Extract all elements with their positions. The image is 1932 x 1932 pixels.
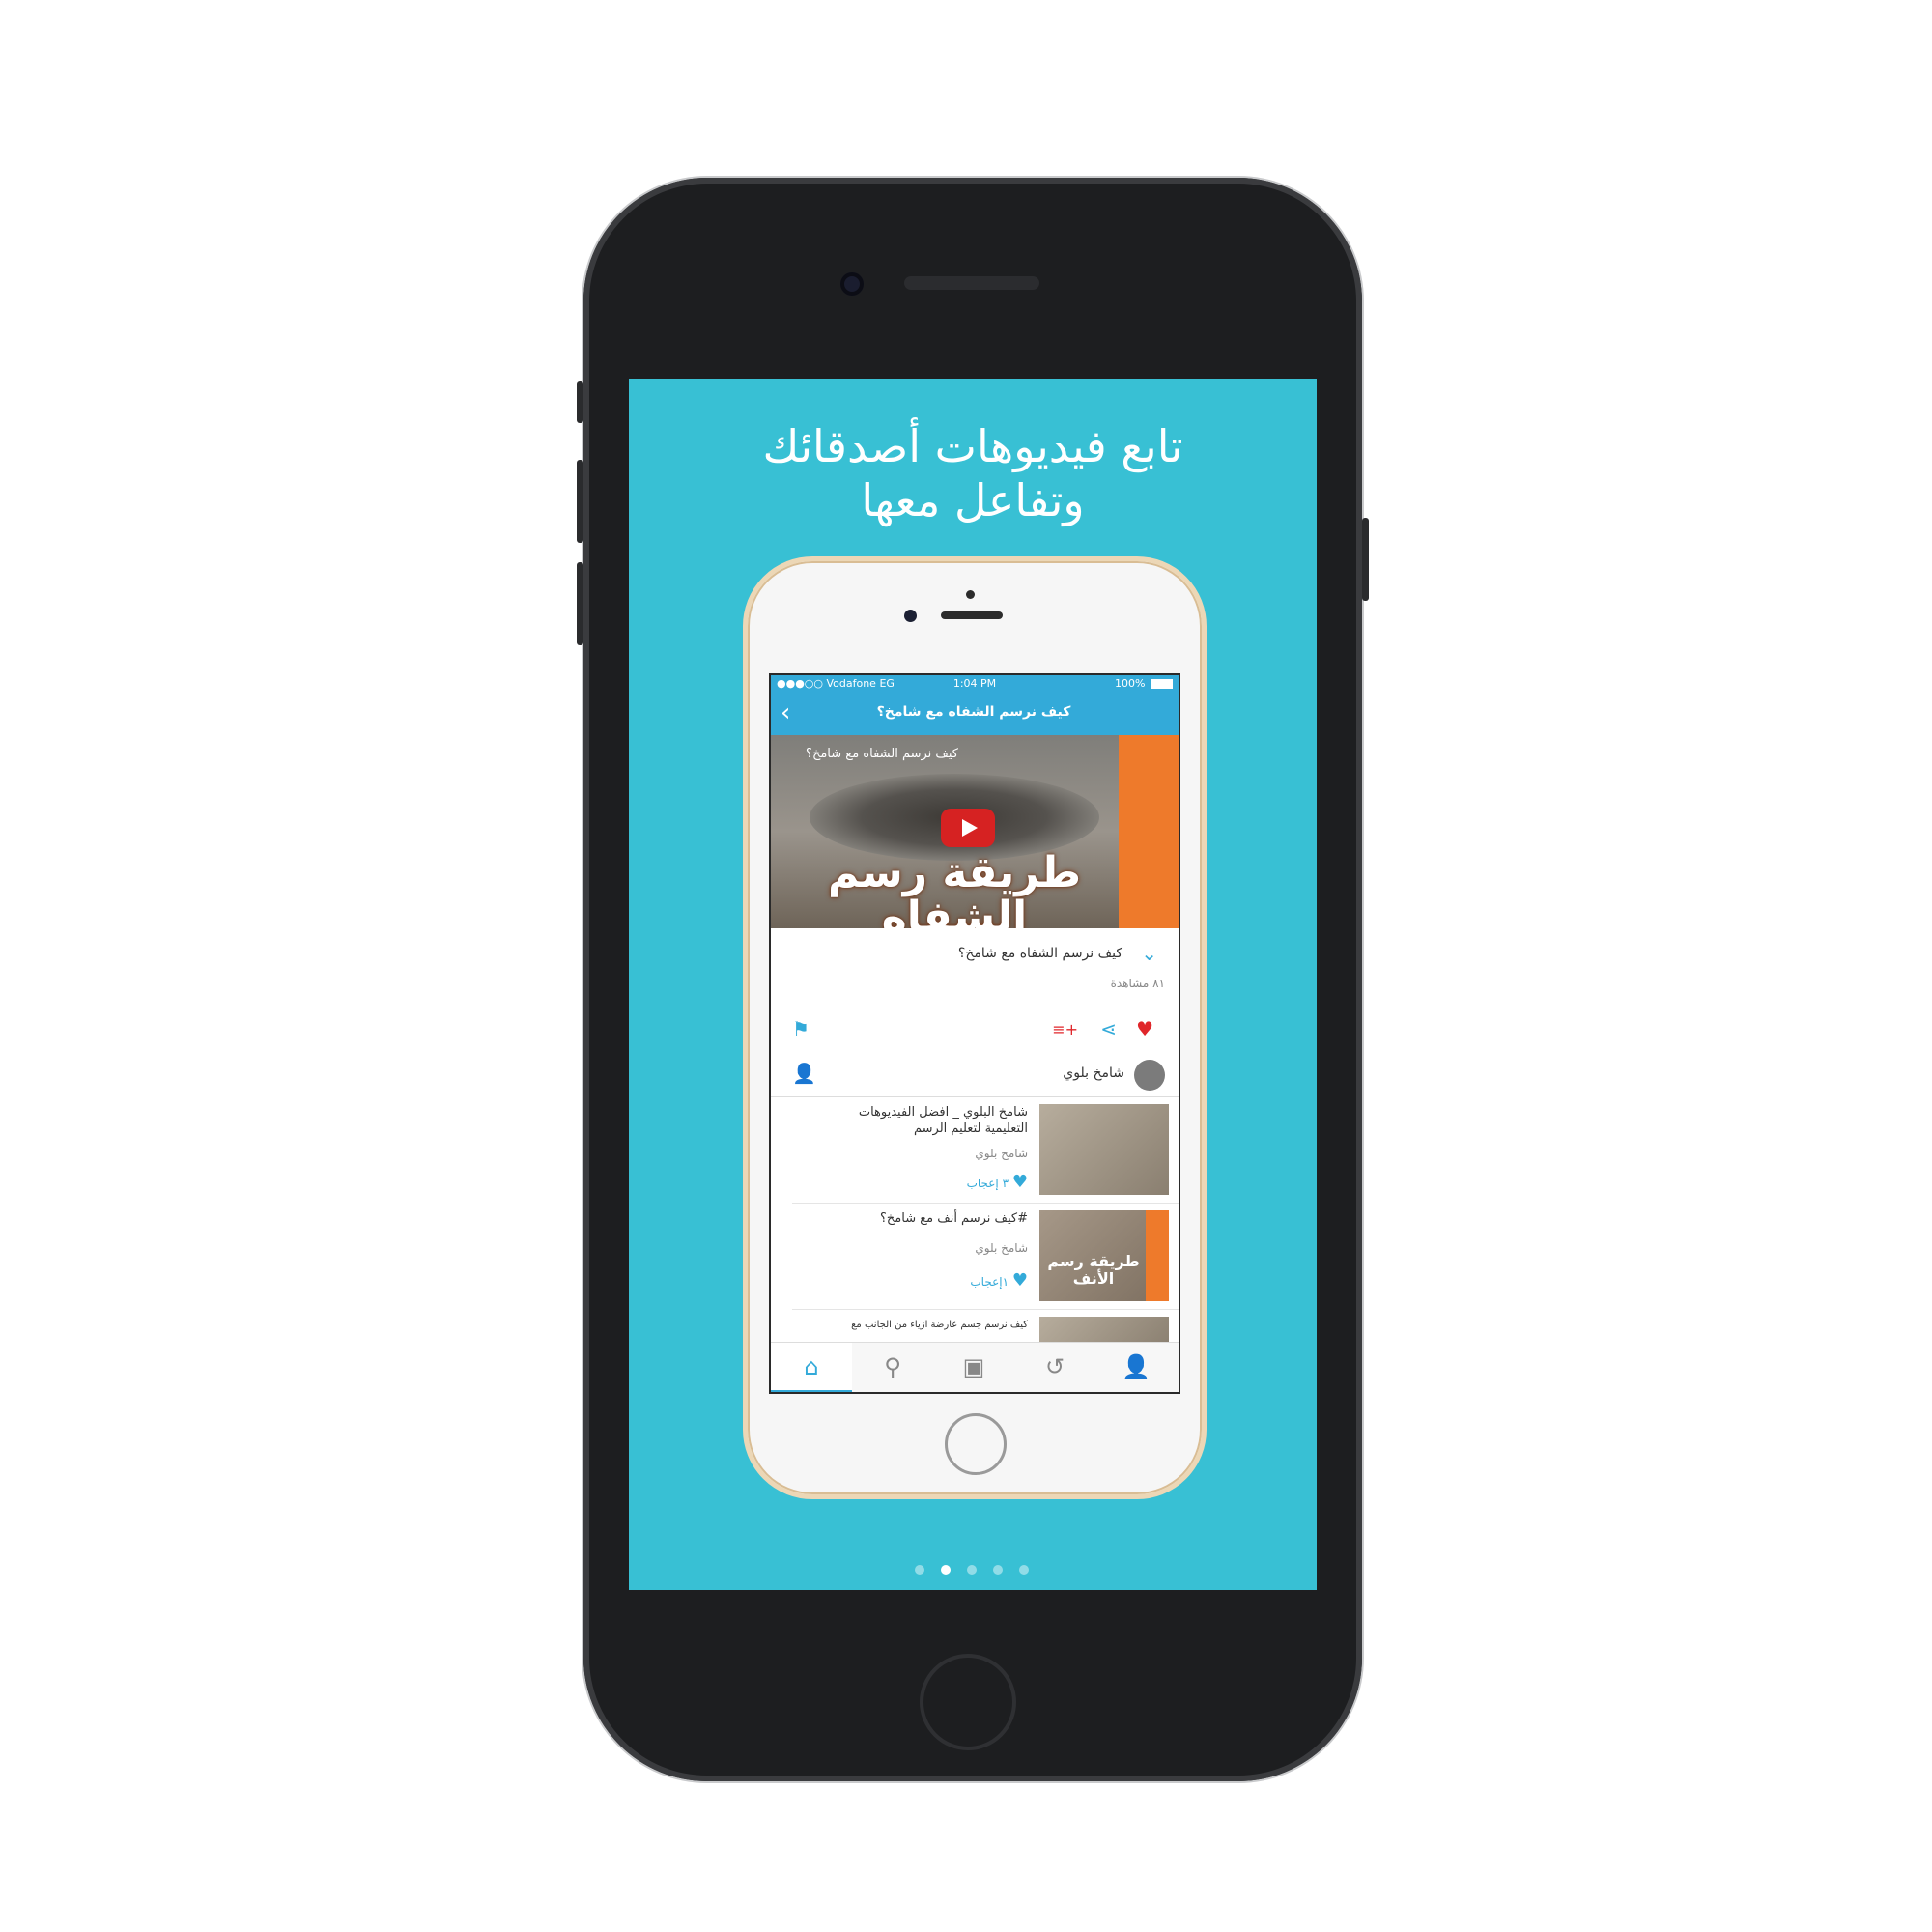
likes-count: ٣ إعجاب (966, 1177, 1009, 1190)
page-dot[interactable] (993, 1565, 1003, 1575)
flag-icon[interactable]: ⚑ (792, 1017, 810, 1040)
screen: تابع فيديوهات أصدقائك وتفاعل معها ●●●○○ … (629, 379, 1317, 1590)
related-thumbnail-caption: طريقة رسم الأنف (1047, 1252, 1140, 1288)
inner-speaker (941, 611, 1003, 619)
status-bar: ●●●○○ Vodafone EG 1:04 PM 100% (771, 675, 1179, 693)
history-icon[interactable]: ↺ (1014, 1343, 1095, 1392)
uploader-row[interactable]: شامخ بلوي 👤 (771, 1052, 1179, 1097)
likes-count: ١إعجاب (970, 1275, 1009, 1289)
follow-icon[interactable]: 👤 (792, 1062, 816, 1085)
add-to-playlist-icon[interactable]: ≡+ (1052, 1020, 1078, 1038)
volume-up-button (577, 460, 583, 543)
power-button (1362, 518, 1369, 601)
nav-bar: ‹ كيف نرسم الشفاه مع شامخ؟ (771, 693, 1179, 735)
video-title: كيف نرسم الشفاه مع شامخ؟ (957, 946, 1122, 961)
heart-icon: ♥ (1011, 1270, 1028, 1291)
list-item[interactable]: كيف نرسم جسم عارضة ازياء من الجانب مع (792, 1309, 1179, 1350)
video-overlay-title: كيف نرسم الشفاه مع شامخ؟ (806, 747, 958, 761)
home-icon[interactable]: ⌂ (771, 1343, 852, 1392)
brand-banner (1146, 1210, 1169, 1301)
battery-indicator: 100% (1115, 675, 1173, 693)
home-button[interactable] (920, 1654, 1016, 1750)
tab-bar: ⌂ ⚲ ▣ ↺ 👤 (771, 1342, 1179, 1392)
mute-switch (577, 381, 583, 423)
related-thumbnail[interactable]: طريقة رسم الأنف (1039, 1210, 1169, 1301)
list-item[interactable]: طريقة رسم الأنف #كيف نرسم أنف مع شامخ؟ ش… (792, 1203, 1179, 1310)
page-dot[interactable] (1019, 1565, 1029, 1575)
inner-home-button (945, 1413, 1007, 1475)
thumbnail-caption: طريقة رسم الشفاه (800, 848, 1109, 929)
chevron-left-icon[interactable]: ‹ (781, 698, 790, 727)
inner-sensor (966, 590, 975, 599)
video-info: ⌄ كيف نرسم الشفاه مع شامخ؟ ٨١ مشاهدة ♥ ⋖… (771, 928, 1179, 1053)
inner-camera (904, 610, 917, 622)
heart-icon: ♥ (1011, 1172, 1028, 1192)
avatar[interactable] (1134, 1060, 1165, 1091)
related-likes: ♥ ١إعجاب (970, 1270, 1028, 1291)
brand-banner: ekeif (1119, 735, 1179, 928)
video-player[interactable]: كيف نرسم الشفاه مع شامخ؟ ekeif طريقة رسم… (771, 735, 1179, 928)
uploader-name[interactable]: شامخ بلوي (1063, 1065, 1124, 1081)
inner-device-frame: ●●●○○ Vodafone EG 1:04 PM 100% ‹ كيف نرس… (743, 556, 1207, 1499)
thumbnail-caption-line-1: طريقة رسم (827, 848, 1082, 897)
page-dot[interactable] (967, 1565, 977, 1575)
search-icon[interactable]: ⚲ (852, 1343, 933, 1392)
list-item[interactable]: شامخ البلوي _ افضل الفيديوهات التعليمية … (792, 1096, 1179, 1204)
related-thumbnail[interactable] (1039, 1104, 1169, 1195)
related-title[interactable]: شامخ البلوي _ افضل الفيديوهات التعليمية … (815, 1104, 1028, 1137)
related-title[interactable]: كيف نرسم جسم عارضة ازياء من الجانب مع (815, 1317, 1028, 1333)
earpiece-speaker (904, 276, 1039, 290)
volume-down-button (577, 562, 583, 645)
battery-icon (1151, 679, 1173, 689)
battery-text: 100% (1115, 677, 1146, 690)
related-author: شامخ بلوي (975, 1241, 1028, 1255)
view-count: ٨١ مشاهدة (1110, 977, 1165, 990)
add-video-icon[interactable]: ▣ (933, 1343, 1014, 1392)
heart-icon[interactable]: ♥ (1136, 1017, 1153, 1040)
page-indicator[interactable] (915, 1565, 1031, 1575)
brand-logo: ekeif (1175, 828, 1179, 903)
device-frame: تابع فيديوهات أصدقائك وتفاعل معها ●●●○○ … (577, 178, 1369, 1781)
page-dot-active[interactable] (941, 1565, 951, 1575)
page-dot[interactable] (915, 1565, 924, 1575)
share-icon[interactable]: ⋖ (1100, 1017, 1117, 1040)
related-author: شامخ بلوي (975, 1147, 1028, 1160)
related-title[interactable]: #كيف نرسم أنف مع شامخ؟ (815, 1210, 1028, 1227)
related-likes: ♥ ٣ إعجاب (967, 1172, 1028, 1192)
front-camera (840, 272, 864, 296)
play-icon[interactable] (941, 809, 995, 847)
app-screen: ●●●○○ Vodafone EG 1:04 PM 100% ‹ كيف نرس… (769, 673, 1180, 1394)
chevron-down-icon[interactable]: ⌄ (1141, 942, 1157, 965)
headline-line-2: وتفاعل معها (861, 474, 1085, 526)
nav-title: كيف نرسم الشفاه مع شامخ؟ (876, 704, 1071, 720)
profile-icon[interactable]: 👤 (1095, 1343, 1177, 1392)
thumbnail-caption-line-2: الشفاه (881, 893, 1028, 929)
headline-line-1: تابع فيديوهات أصدقائك (762, 420, 1183, 472)
headline: تابع فيديوهات أصدقائك وتفاعل معها (629, 419, 1317, 527)
